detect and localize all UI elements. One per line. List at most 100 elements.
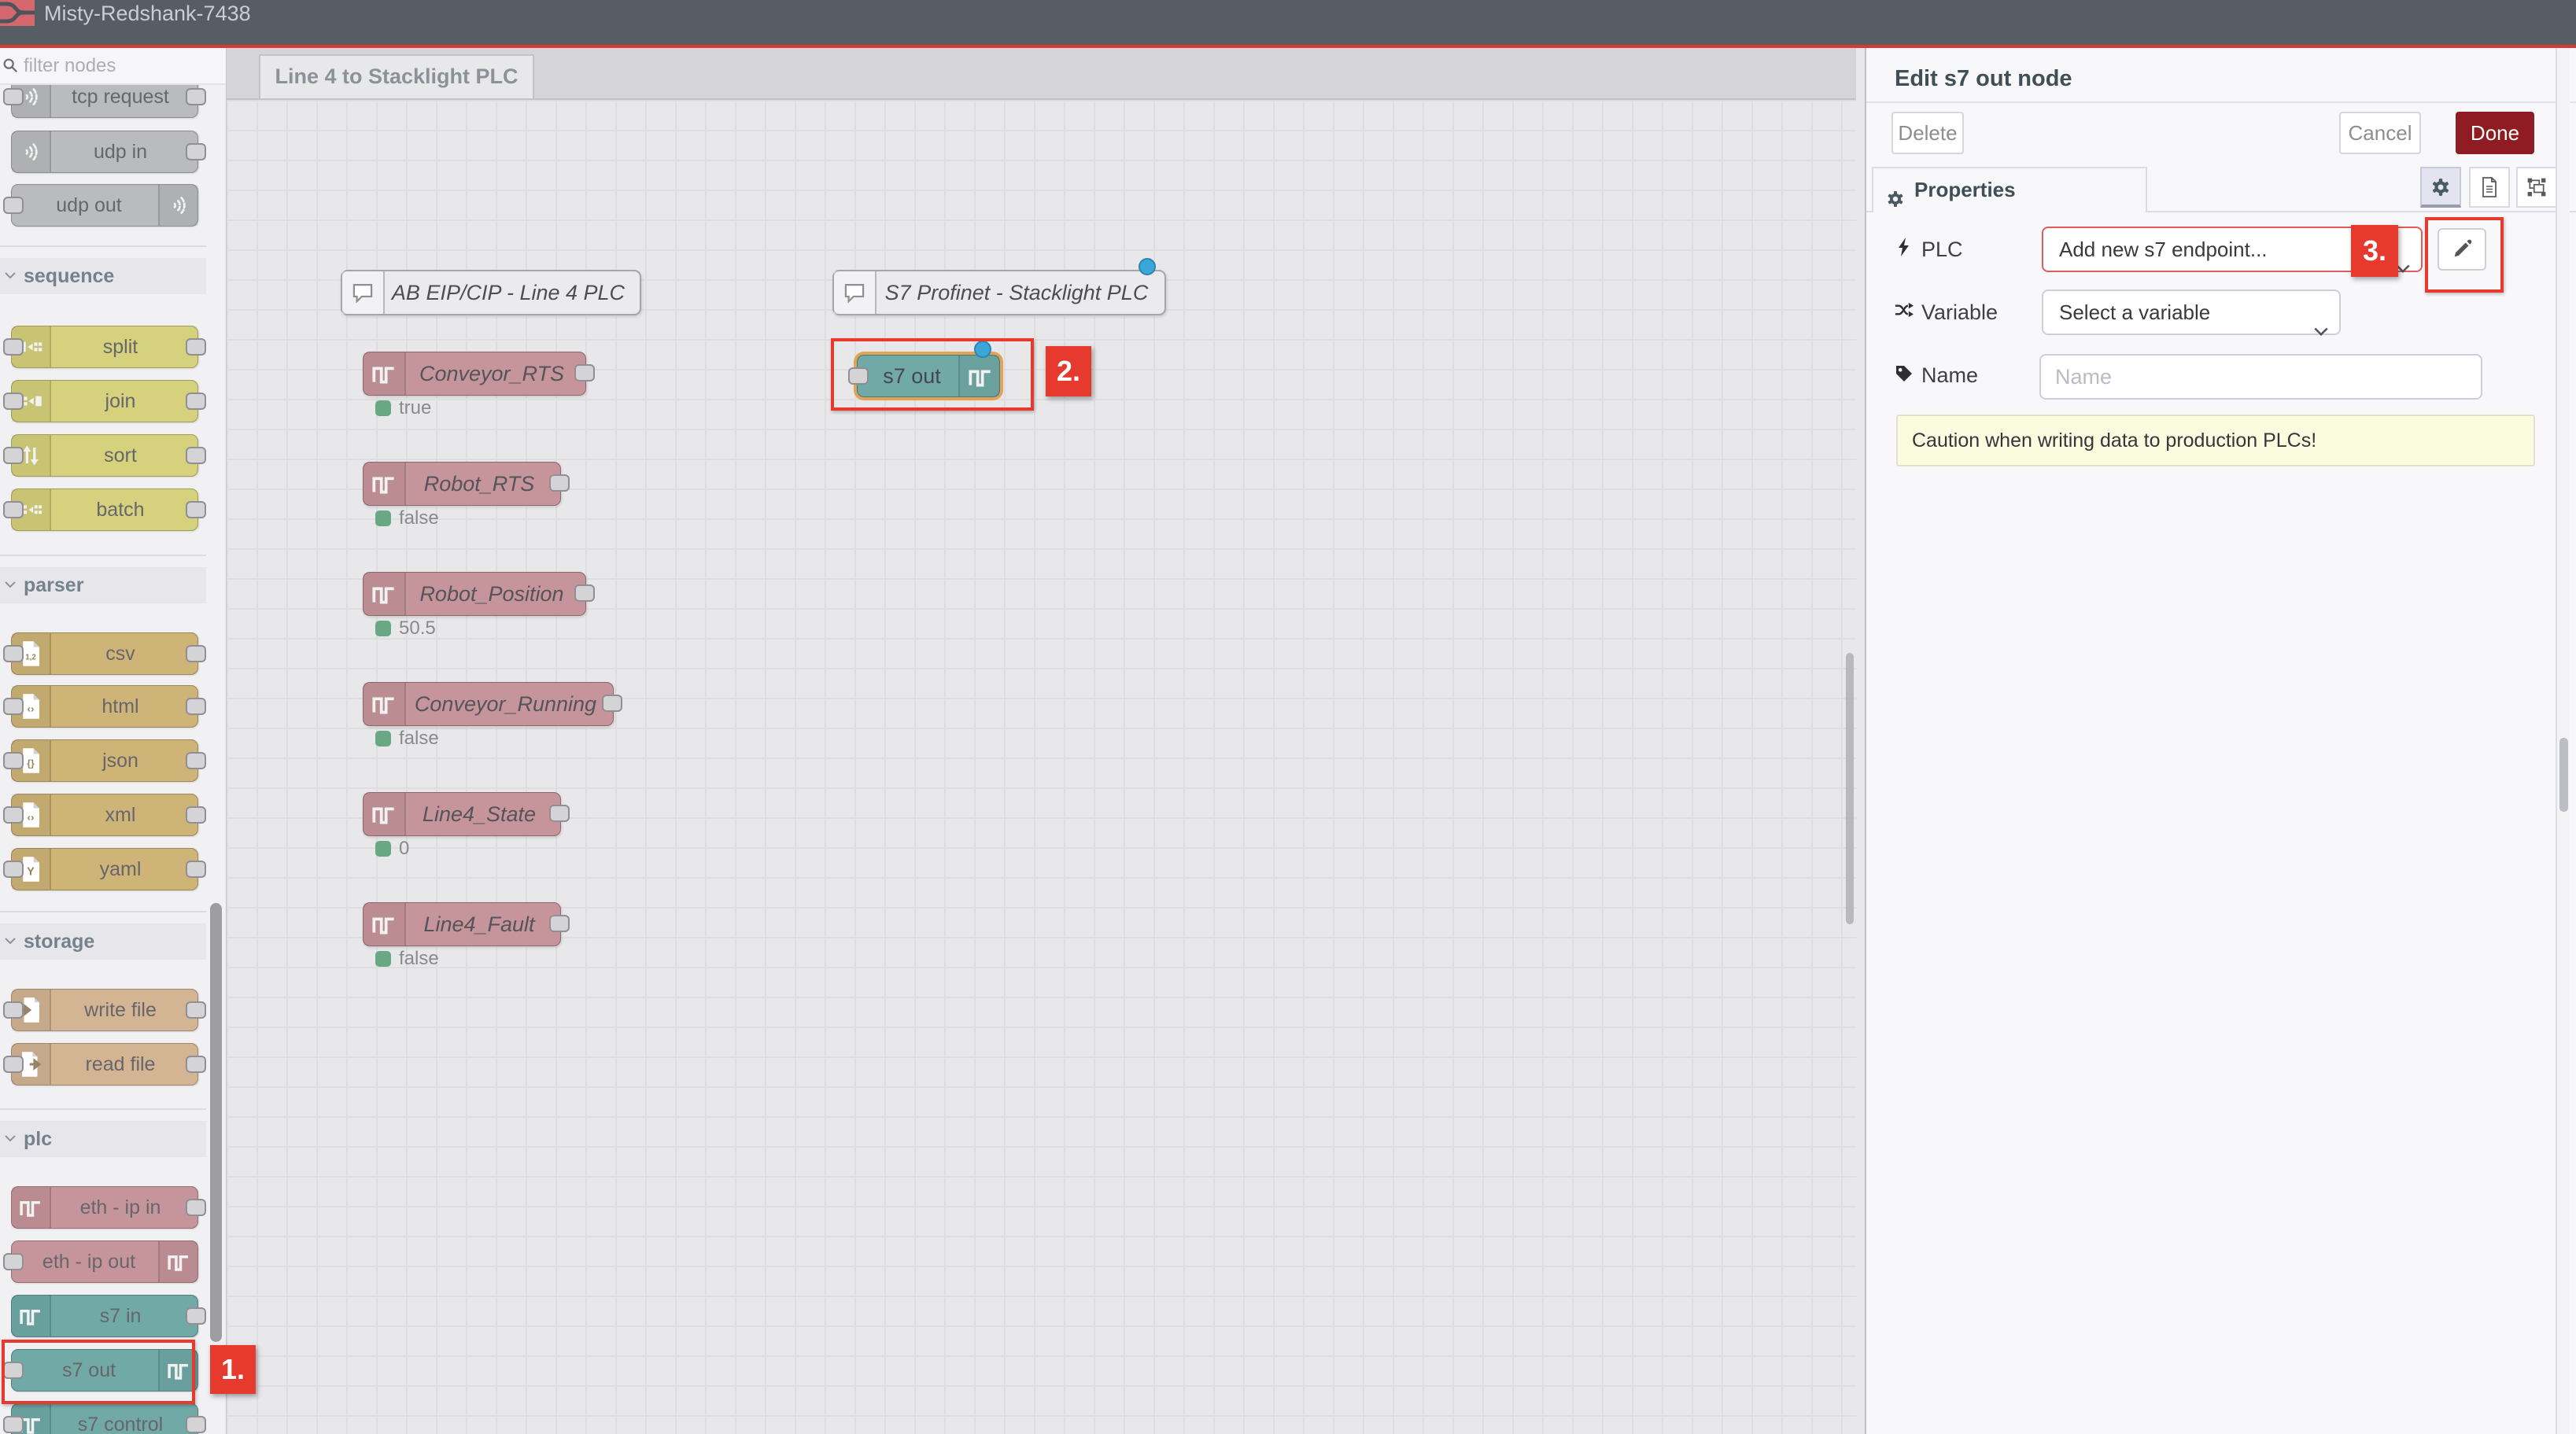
- flow-node-label: Robot_RTS: [404, 463, 554, 505]
- node-output-port[interactable]: [186, 1056, 206, 1073]
- broadcast-icon: [158, 185, 197, 226]
- palette-node-batch[interactable]: batch: [11, 488, 198, 531]
- palette-node-s7-control[interactable]: s7 control: [11, 1403, 198, 1434]
- node-output-port[interactable]: [186, 645, 206, 662]
- description-view-button[interactable]: [2469, 167, 2510, 208]
- palette-category-storage[interactable]: storage: [0, 923, 206, 960]
- palette-scroll-area[interactable]: tcp request udp in udp out sequence split joi…: [0, 85, 226, 1434]
- flow-node-conveyor-rts[interactable]: Conveyor_RTS: [363, 352, 586, 396]
- flow-canvas[interactable]: Line 4 to Stacklight PLC AB EIP/CIP - Li…: [226, 48, 1856, 1434]
- square-wave-icon: [364, 683, 406, 725]
- node-output-port[interactable]: [574, 584, 595, 602]
- palette-node-udp-out[interactable]: udp out: [11, 184, 198, 227]
- palette-node-label: s7 control: [50, 1404, 191, 1434]
- properties-view-button[interactable]: [2420, 167, 2461, 208]
- window-scrollbar-thumb[interactable]: [2559, 738, 2568, 812]
- node-input-port[interactable]: [3, 1056, 24, 1073]
- palette-node-join[interactable]: join: [11, 380, 198, 422]
- flow-node-robot-position[interactable]: Robot_Position: [363, 572, 586, 616]
- palette-node-tcp-request[interactable]: tcp request: [11, 85, 198, 118]
- square-wave-icon: [364, 573, 406, 615]
- palette-node-s7-in[interactable]: s7 in: [11, 1295, 198, 1337]
- comment-node-s7-profinet-stacklight-plc[interactable]: S7 Profinet - Stacklight PLC: [832, 270, 1166, 315]
- tab-properties[interactable]: Properties: [1872, 167, 2147, 212]
- node-input-port[interactable]: [3, 806, 24, 824]
- palette-node-html[interactable]: ‹›html: [11, 685, 198, 728]
- node-status: 50.5: [375, 621, 533, 638]
- palette-node-eth-ip-in[interactable]: eth - ip in: [11, 1186, 198, 1229]
- name-input[interactable]: [2039, 354, 2482, 400]
- appearance-view-button[interactable]: [2516, 167, 2557, 208]
- palette-node-yaml[interactable]: Yyaml: [11, 848, 198, 890]
- group-icon: [2526, 176, 2547, 198]
- node-output-port[interactable]: [186, 806, 206, 824]
- chevron-down-icon: [2314, 308, 2328, 318]
- palette-scrollbar[interactable]: [210, 903, 222, 1342]
- node-input-port[interactable]: [3, 698, 24, 715]
- flow-tab-line4[interactable]: Line 4 to Stacklight PLC: [259, 54, 534, 98]
- node-red-logo-icon[interactable]: [0, 0, 35, 26]
- variable-select[interactable]: Select a variable: [2042, 289, 2341, 335]
- search-icon: [2, 57, 19, 74]
- node-output-port[interactable]: [186, 752, 206, 769]
- node-input-port[interactable]: [3, 197, 24, 214]
- palette-node-read-file[interactable]: read file: [11, 1043, 198, 1086]
- cancel-button[interactable]: Cancel: [2339, 112, 2421, 154]
- status-text: false: [399, 949, 439, 968]
- palette-node-write-file[interactable]: write file: [11, 989, 198, 1031]
- node-output-port[interactable]: [186, 698, 206, 715]
- palette-filter[interactable]: filter nodes: [0, 48, 226, 85]
- comment-bubble-icon: [342, 271, 385, 314]
- node-input-port[interactable]: [3, 645, 24, 662]
- node-output-port[interactable]: [186, 1001, 206, 1019]
- done-button[interactable]: Done: [2456, 112, 2534, 154]
- delete-button[interactable]: Delete: [1891, 112, 1964, 154]
- svg-text:1,2: 1,2: [25, 653, 36, 662]
- node-output-port[interactable]: [186, 143, 206, 160]
- node-output-port[interactable]: [186, 1307, 206, 1325]
- window-scrollbar[interactable]: [2556, 48, 2570, 1434]
- palette-node-sort[interactable]: sort: [11, 434, 198, 477]
- svg-text:{}: {}: [27, 758, 35, 769]
- palette-node-eth-ip-out[interactable]: eth - ip out: [11, 1240, 198, 1283]
- palette-node-json[interactable]: {}json: [11, 739, 198, 782]
- palette-node-xml[interactable]: ‹›xml: [11, 794, 198, 836]
- node-output-port[interactable]: [186, 88, 206, 105]
- node-output-port[interactable]: [186, 393, 206, 410]
- palette-category-plc[interactable]: plc: [0, 1121, 206, 1157]
- palette-filter-placeholder: filter nodes: [24, 48, 116, 83]
- flow-node-line4-fault[interactable]: Line4_Fault: [363, 902, 561, 946]
- node-output-port[interactable]: [549, 805, 570, 822]
- node-input-port[interactable]: [3, 752, 24, 769]
- node-output-port[interactable]: [186, 338, 206, 356]
- palette-node-udp-in[interactable]: udp in: [11, 131, 198, 173]
- node-output-port[interactable]: [186, 861, 206, 878]
- flow-node-robot-rts[interactable]: Robot_RTS: [363, 462, 561, 506]
- node-output-port[interactable]: [186, 447, 206, 464]
- palette-node-csv[interactable]: 1,2csv: [11, 632, 198, 675]
- canvas-scrollbar[interactable]: [1846, 653, 1854, 924]
- node-input-port[interactable]: [3, 1001, 24, 1019]
- flow-node-line4-state[interactable]: Line4_State: [363, 792, 561, 836]
- node-output-port[interactable]: [574, 364, 595, 382]
- node-input-port[interactable]: [3, 447, 24, 464]
- palette-category-parser[interactable]: parser: [0, 567, 206, 603]
- node-input-port[interactable]: [3, 861, 24, 878]
- comment-node-ab-eip-cip-line-4-plc[interactable]: AB EIP/CIP - Line 4 PLC: [341, 270, 641, 315]
- node-output-port[interactable]: [549, 915, 570, 932]
- palette-divider: [0, 245, 206, 247]
- node-input-port[interactable]: [3, 1416, 24, 1433]
- node-input-port[interactable]: [3, 1253, 24, 1270]
- node-output-port[interactable]: [186, 501, 206, 518]
- node-input-port[interactable]: [3, 88, 24, 105]
- flow-node-conveyor-running[interactable]: Conveyor_Running: [363, 682, 614, 726]
- node-output-port[interactable]: [602, 695, 622, 712]
- palette-node-split[interactable]: split: [11, 326, 198, 368]
- node-output-port[interactable]: [186, 1416, 206, 1433]
- node-input-port[interactable]: [3, 393, 24, 410]
- node-output-port[interactable]: [186, 1199, 206, 1216]
- node-input-port[interactable]: [3, 501, 24, 518]
- node-output-port[interactable]: [549, 474, 570, 492]
- node-input-port[interactable]: [3, 338, 24, 356]
- palette-category-sequence[interactable]: sequence: [0, 258, 206, 294]
